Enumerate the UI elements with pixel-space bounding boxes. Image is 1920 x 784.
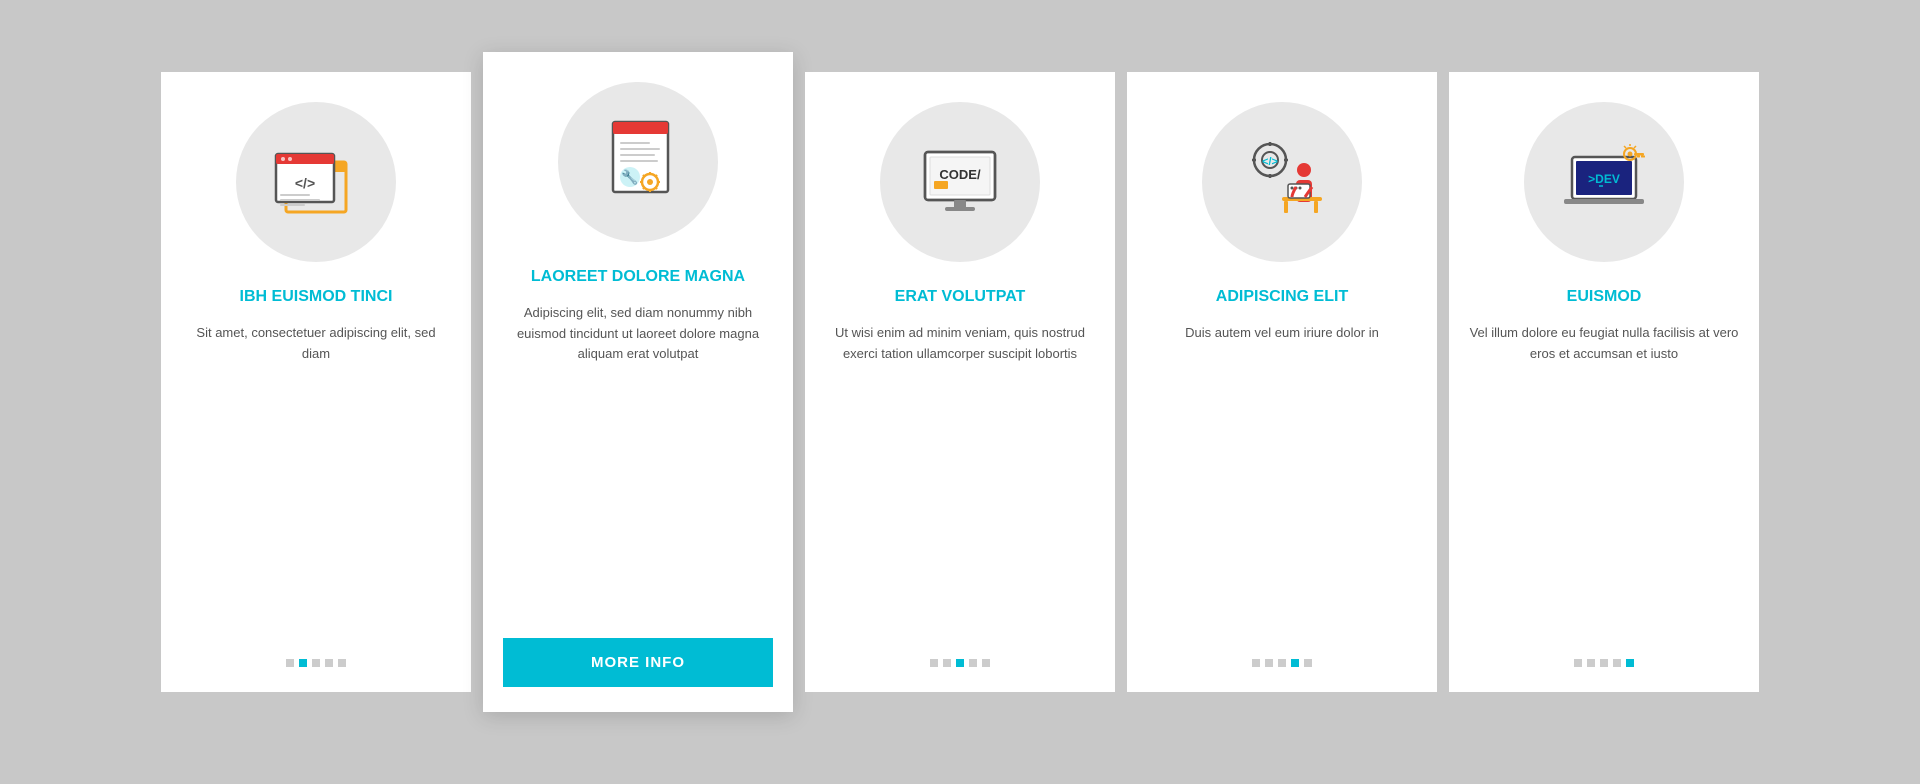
dot-1-4 (325, 659, 333, 667)
card-5-description: Vel illum dolore eu feugiat nulla facili… (1469, 323, 1739, 639)
card-2-footer: MORE INFO (503, 638, 773, 687)
dot-3-5 (982, 659, 990, 667)
card-4-description: Duis autem vel eum iriure dolor in (1185, 323, 1379, 639)
dot-4-4 (1291, 659, 1299, 667)
dot-indicators-3 (930, 659, 990, 667)
cards-container: </> IBH EUISMOD TINCI Sit amet, consecte… (0, 32, 1920, 752)
card-3: CODE/ ERAT VOLUTPAT Ut wisi enim ad mini… (805, 72, 1115, 692)
card-1-title: IBH EUISMOD TINCI (240, 287, 393, 308)
settings-doc-icon: 🔧 (588, 112, 688, 212)
card-1: </> IBH EUISMOD TINCI Sit amet, consecte… (161, 72, 471, 692)
card-2-description: Adipiscing elit, sed diam nonummy nibh e… (503, 303, 773, 618)
dot-5-4 (1613, 659, 1621, 667)
dot-indicators-1 (286, 659, 346, 667)
card-4-title: ADIPISCING ELIT (1216, 287, 1348, 308)
dot-3-2 (943, 659, 951, 667)
svg-text:>DEV: >DEV (1588, 172, 1620, 186)
dot-5-5 (1626, 659, 1634, 667)
card-2-title: LAOREET DOLORE MAGNA (531, 267, 745, 288)
dot-4-2 (1265, 659, 1273, 667)
icon-circle-1: </> (236, 102, 396, 262)
icon-circle-4: </> (1202, 102, 1362, 262)
card-5: >DEV EUISMOD Vel illum dolore eu feugiat… (1449, 72, 1759, 692)
svg-text:</>: </> (295, 175, 315, 191)
card-3-title: ERAT VOLUTPAT (895, 287, 1026, 308)
dot-4-1 (1252, 659, 1260, 667)
card-3-footer (825, 659, 1095, 667)
card-3-description: Ut wisi enim ad minim veniam, quis nostr… (825, 323, 1095, 639)
icon-circle-3: CODE/ (880, 102, 1040, 262)
web-code-icon: </> (266, 132, 366, 232)
card-4: </> (1127, 72, 1437, 692)
dot-indicators-5 (1574, 659, 1634, 667)
dot-3-3 (956, 659, 964, 667)
dot-indicators-4 (1252, 659, 1312, 667)
dot-5-2 (1587, 659, 1595, 667)
svg-text:</>: </> (1262, 156, 1278, 168)
dot-1-5 (338, 659, 346, 667)
card-4-footer (1147, 659, 1417, 667)
card-5-footer (1469, 659, 1739, 667)
card-1-description: Sit amet, consectetuer adipiscing elit, … (181, 323, 451, 639)
svg-text:CODE/: CODE/ (939, 167, 981, 182)
dot-5-1 (1574, 659, 1582, 667)
dot-1-1 (286, 659, 294, 667)
card-5-title: EUISMOD (1567, 287, 1642, 308)
laptop-dev-icon: >DEV (1554, 132, 1654, 232)
card-2: 🔧 LAOREET DOLORE MAGNA Adipiscing elit, … (483, 52, 793, 712)
dot-1-3 (312, 659, 320, 667)
dot-3-1 (930, 659, 938, 667)
dot-4-5 (1304, 659, 1312, 667)
card-1-footer (181, 659, 451, 667)
dot-3-4 (969, 659, 977, 667)
developer-person-icon: </> (1232, 132, 1332, 232)
dot-1-2 (299, 659, 307, 667)
icon-circle-5: >DEV (1524, 102, 1684, 262)
icon-circle-2: 🔧 (558, 82, 718, 242)
dot-4-3 (1278, 659, 1286, 667)
dot-5-3 (1600, 659, 1608, 667)
more-info-button[interactable]: MORE INFO (503, 638, 773, 687)
svg-text:🔧: 🔧 (621, 168, 638, 186)
code-monitor-icon: CODE/ (910, 132, 1010, 232)
